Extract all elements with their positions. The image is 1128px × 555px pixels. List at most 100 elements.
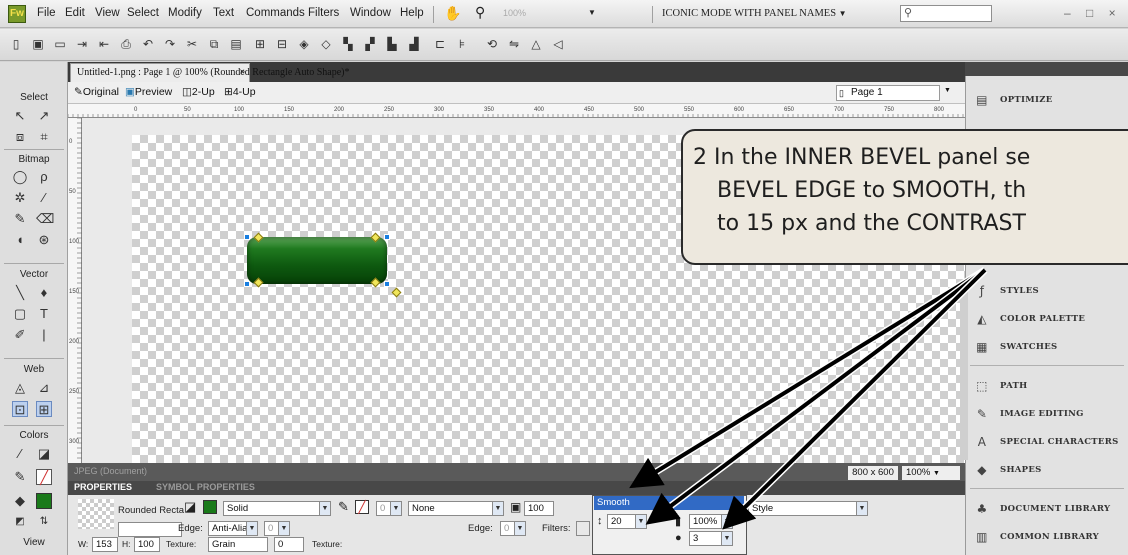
workspace-switcher[interactable]: ICONIC MODE WITH PANEL NAMES ▼ — [662, 4, 892, 24]
paint-bucket-icon[interactable]: ◪ — [36, 446, 52, 462]
export-icon[interactable]: ⇤ — [96, 36, 112, 52]
bevel-width-field[interactable]: 20 ▼ — [607, 514, 647, 529]
split-icon[interactable]: ◇ — [318, 36, 334, 52]
fill-color-swatch[interactable] — [203, 500, 217, 514]
bevel-edge-shape-select[interactable]: Smooth — [594, 496, 744, 510]
selection-handle[interactable] — [384, 281, 390, 287]
save-icon[interactable]: ▣ — [30, 36, 46, 52]
menu-file[interactable]: File — [37, 7, 56, 19]
opacity-field[interactable]: 100 — [524, 501, 554, 516]
stroke-color-swatch[interactable]: ╱ — [355, 500, 369, 514]
lasso-icon[interactable]: ρ — [36, 169, 52, 185]
selection-handle[interactable] — [244, 281, 250, 287]
menu-filters[interactable]: Filters — [308, 7, 339, 19]
menu-commands[interactable]: Commands — [246, 7, 305, 19]
swap-colors-icon[interactable]: ⇅ — [36, 514, 52, 530]
panel-shapes[interactable]: ◆ SHAPES — [974, 459, 1128, 481]
2up-tab[interactable]: ◫2-Up — [182, 86, 215, 98]
new-file-icon[interactable]: ▯ — [8, 36, 24, 52]
object-name-field[interactable] — [118, 522, 182, 537]
marquee-icon[interactable]: ◯ — [12, 169, 28, 185]
copy-icon[interactable]: ⧉ — [206, 36, 222, 52]
send-backward-icon[interactable]: ▙ — [384, 36, 400, 52]
panel-color-palette[interactable]: ◭ COLOR PALETTE — [974, 308, 1128, 330]
stroke-size-field[interactable]: 0 ▼ — [376, 501, 402, 516]
rotate-icon[interactable]: ⟲ — [484, 36, 500, 52]
print-icon[interactable]: ⎙ — [118, 36, 134, 52]
original-tab[interactable]: ✎Original — [74, 86, 119, 98]
stroke-color-icon[interactable]: ✎ — [12, 469, 28, 485]
close-tab-icon[interactable]: × — [239, 64, 245, 82]
align-icon[interactable]: ⊏ — [432, 36, 448, 52]
contrast-field[interactable]: 100% ▼ — [689, 514, 733, 529]
fill-type-select[interactable]: Solid ▼ — [223, 501, 331, 516]
document-tab[interactable]: Untitled-1.png : Page 1 @ 100% (Rounded … — [70, 63, 350, 82]
stroke-swatch[interactable]: ╱ — [36, 469, 52, 485]
bring-front-icon[interactable]: ▚ — [340, 36, 356, 52]
menu-view[interactable]: View — [95, 7, 120, 19]
slice-icon[interactable]: ⊿ — [36, 380, 52, 396]
fill-color-icon[interactable]: ◆ — [12, 493, 28, 509]
selection-handle[interactable] — [244, 234, 250, 240]
text-icon[interactable]: T — [36, 306, 52, 322]
panel-image-editing[interactable]: ✎ IMAGE EDITING — [974, 403, 1128, 425]
texture-amount-field[interactable]: 0 — [274, 537, 304, 552]
send-back-icon[interactable]: ▟ — [406, 36, 422, 52]
zoom-dropdown-icon[interactable]: ▼ — [588, 8, 596, 17]
softness-field[interactable]: 3 ▼ — [689, 531, 733, 546]
menu-edit[interactable]: Edit — [65, 7, 85, 19]
pen-icon[interactable]: ♦ — [36, 285, 52, 301]
show-hotspots-icon[interactable]: ⊞ — [36, 401, 52, 417]
bring-forward-icon[interactable]: ▞ — [362, 36, 378, 52]
freeform-icon[interactable]: ✐ — [12, 327, 28, 343]
h-field[interactable]: 100 — [134, 537, 160, 552]
rounded-rectangle-shape[interactable] — [247, 237, 387, 284]
edge-select[interactable]: Anti-Alias ▼ — [208, 521, 258, 536]
panel-path[interactable]: ⬚ PATH — [974, 375, 1128, 397]
redo-icon[interactable]: ↷ — [162, 36, 178, 52]
texture-select[interactable]: Grain — [208, 537, 268, 552]
pencil-icon[interactable]: ✎ — [12, 211, 28, 227]
menu-select[interactable]: Select — [127, 7, 159, 19]
hand-tool-icon[interactable]: ✋ — [444, 5, 461, 22]
document-size[interactable]: 800 x 600 — [848, 466, 898, 480]
import-icon[interactable]: ⇥ — [74, 36, 90, 52]
panel-styles[interactable]: ƒ STYLES — [974, 280, 1128, 302]
ungroup-icon[interactable]: ⊟ — [274, 36, 290, 52]
default-colors-icon[interactable]: ◩ — [12, 514, 28, 530]
brush-icon[interactable]: ⁄ — [36, 190, 52, 206]
flip-icon[interactable]: ⇋ — [506, 36, 522, 52]
window-controls[interactable]: – □ × — [1064, 6, 1122, 20]
preview-tab[interactable]: ▣Preview — [125, 86, 172, 98]
paste-icon[interactable]: ▤ — [228, 36, 244, 52]
style-select[interactable]: Style ▼ — [748, 501, 868, 516]
edge-feather-field[interactable]: 0 ▼ — [264, 521, 290, 536]
hide-hotspots-icon[interactable]: ⊡ — [12, 401, 28, 417]
distribute-icon[interactable]: ⊧ — [454, 36, 470, 52]
rectangle-icon[interactable]: ▢ — [12, 306, 28, 322]
zoom-icon[interactable]: ⚲ — [475, 4, 485, 21]
stroke-edge-field[interactable]: 0 ▼ — [500, 521, 526, 536]
menu-window[interactable]: Window — [350, 7, 391, 19]
knife-icon[interactable]: | — [36, 327, 52, 343]
rubber-stamp-icon[interactable]: ⊛ — [36, 232, 52, 248]
menu-modify[interactable]: Modify — [168, 7, 202, 19]
panel-document-library[interactable]: ♣ DOCUMENT LIBRARY — [974, 498, 1128, 520]
panel-common-library[interactable]: ▥ COMMON LIBRARY — [974, 526, 1128, 548]
add-filter-button[interactable] — [576, 521, 590, 536]
crop-icon[interactable]: ⌗ — [36, 129, 52, 145]
undo-icon[interactable]: ↶ — [140, 36, 156, 52]
panel-swatches[interactable]: ▦ SWATCHES — [974, 336, 1128, 358]
stroke-type-select[interactable]: None ▼ — [408, 501, 504, 516]
distort-icon[interactable]: ◁ — [550, 36, 566, 52]
line-icon[interactable]: ╲ — [12, 285, 28, 301]
subselect-icon[interactable]: ↗ — [36, 108, 52, 124]
group-icon[interactable]: ⊞ — [252, 36, 268, 52]
selection-handle[interactable] — [384, 234, 390, 240]
menu-text[interactable]: Text — [213, 7, 234, 19]
open-icon[interactable]: ▭ — [52, 36, 68, 52]
blur-icon[interactable]: ◖ — [12, 232, 28, 248]
tab-properties[interactable]: PROPERTIES — [74, 482, 132, 492]
menu-help[interactable]: Help — [400, 7, 424, 19]
status-zoom[interactable]: 100% ▼ — [902, 466, 960, 480]
